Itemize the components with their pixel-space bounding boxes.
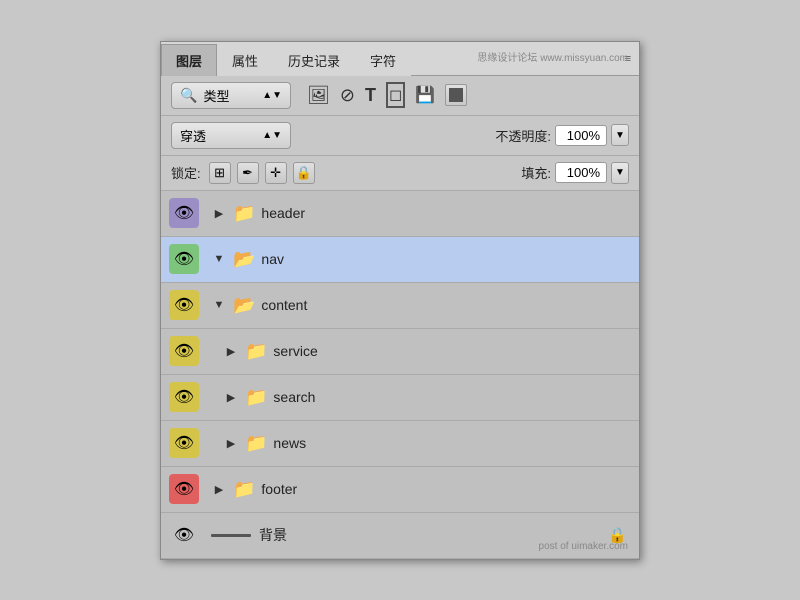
watermark-top: 思缘设计论坛 www.missyuan.com — [477, 49, 628, 64]
blend-mode-label: 穿透 — [180, 126, 256, 145]
lock-all-btn[interactable]: 🔒 — [293, 162, 315, 184]
eye-nav[interactable]: 👁 — [161, 237, 207, 282]
layer-content-nav: ▼ 📂 nav — [207, 249, 639, 270]
visibility-icon-nav: 👁 — [169, 244, 199, 274]
fill-input[interactable]: 100% — [555, 162, 607, 183]
visibility-icon-bg: 👁 — [169, 520, 199, 550]
tab-properties[interactable]: 属性 — [217, 44, 273, 76]
layer-name-search: search — [273, 389, 315, 405]
blend-arrow-icon: ▲▼ — [262, 130, 282, 141]
fill-label: 填充: — [521, 163, 551, 182]
filter-toggle-icon[interactable] — [445, 84, 467, 106]
layer-row-background[interactable]: 👁 背景 🔒 — [161, 513, 639, 559]
tab-layers[interactable]: 图层 — [161, 44, 217, 76]
layer-content-header: ▶ 📁 header — [207, 203, 639, 224]
opacity-input[interactable]: 100% — [555, 125, 607, 146]
layer-row-nav[interactable]: 👁 ▼ 📂 nav — [161, 237, 639, 283]
layer-name-content: content — [261, 297, 307, 313]
expand-nav-icon[interactable]: ▼ — [211, 253, 227, 265]
folder-search-icon: 📁 — [245, 387, 267, 408]
shape-layer-icon[interactable]: ◻ — [386, 82, 405, 108]
watermark-bottom: post of uimaker.com — [539, 541, 628, 552]
expand-content-icon[interactable]: ▼ — [211, 299, 227, 311]
layer-name-footer: footer — [261, 481, 297, 497]
bg-thumbnail-line — [211, 534, 251, 537]
expand-footer-icon[interactable]: ▶ — [211, 483, 227, 496]
filter-dropdown[interactable]: 🔍 类型 ▲▼ — [171, 82, 291, 109]
layer-row-content[interactable]: 👁 ▼ 📂 content — [161, 283, 639, 329]
lock-icons-group: ⊞ ✒ ✛ 🔒 — [209, 162, 315, 184]
lock-toolbar: 锁定: ⊞ ✒ ✛ 🔒 填充: 100% ▼ — [161, 156, 639, 191]
layer-name-header: header — [261, 205, 305, 221]
lock-position-btn[interactable]: ✒ — [237, 162, 259, 184]
eye-header[interactable]: 👁 — [161, 191, 207, 236]
folder-news-icon: 📁 — [245, 433, 267, 454]
fill-group: 填充: 100% ▼ — [521, 162, 629, 184]
visibility-icon-news: 👁 — [169, 428, 199, 458]
eye-footer[interactable]: 👁 — [161, 467, 207, 512]
layer-name-bg: 背景 — [259, 525, 287, 545]
search-icon: 🔍 — [180, 87, 197, 104]
layer-row-header[interactable]: 👁 ▶ 📁 header — [161, 191, 639, 237]
adjustment-layer-icon[interactable]: ⊘ — [340, 85, 355, 106]
visibility-icon-service: 👁 — [169, 336, 199, 366]
layers-list: 👁 ▶ 📁 header 👁 ▼ 📂 nav — [161, 191, 639, 559]
tab-character[interactable]: 字符 — [355, 44, 411, 76]
layer-row-service[interactable]: 👁 ▶ 📁 service — [161, 329, 639, 375]
layer-row-search[interactable]: 👁 ▶ 📁 search — [161, 375, 639, 421]
eye-search[interactable]: 👁 — [161, 375, 207, 420]
layer-content-search: ▶ 📁 search — [207, 387, 639, 408]
expand-header-icon[interactable]: ▶ — [211, 207, 227, 220]
lock-move-btn[interactable]: ✛ — [265, 162, 287, 184]
layer-name-service: service — [273, 343, 317, 359]
layer-content-footer: ▶ 📁 footer — [207, 479, 639, 500]
layer-name-news: news — [273, 435, 306, 451]
image-layer-icon[interactable]: 🖼 — [307, 85, 330, 106]
filter-arrow-icon: ▲▼ — [262, 90, 282, 101]
folder-nav-icon: 📂 — [233, 249, 255, 270]
text-layer-icon[interactable]: T — [365, 85, 376, 106]
layers-panel: 图层 属性 历史记录 字符 ≡ 🔍 类型 ▲▼ 🖼 ⊘ T ◻ 💾 — [160, 41, 640, 560]
visibility-icon-content: 👁 — [169, 290, 199, 320]
folder-service-icon: 📁 — [245, 341, 267, 362]
folder-content-icon: 📂 — [233, 295, 255, 316]
filter-toolbar: 🔍 类型 ▲▼ 🖼 ⊘ T ◻ 💾 — [161, 76, 639, 116]
visibility-icon-footer: 👁 — [169, 474, 199, 504]
eye-service[interactable]: 👁 — [161, 329, 207, 374]
layer-type-icons: 🖼 ⊘ T ◻ 💾 — [307, 82, 467, 108]
folder-header-icon: 📁 — [233, 203, 255, 224]
visibility-icon-search: 👁 — [169, 382, 199, 412]
opacity-label: 不透明度: — [495, 126, 551, 145]
expand-news-icon[interactable]: ▶ — [223, 437, 239, 450]
opacity-group: 不透明度: 100% ▼ — [495, 124, 629, 146]
layer-content-news: ▶ 📁 news — [207, 433, 639, 454]
lock-label: 锁定: — [171, 163, 201, 182]
layer-name-nav: nav — [261, 251, 284, 267]
blend-mode-dropdown[interactable]: 穿透 ▲▼ — [171, 122, 291, 149]
folder-footer-icon: 📁 — [233, 479, 255, 500]
expand-service-icon[interactable]: ▶ — [223, 345, 239, 358]
layer-row-footer[interactable]: 👁 ▶ 📁 footer — [161, 467, 639, 513]
expand-search-icon[interactable]: ▶ — [223, 391, 239, 404]
layer-row-news[interactable]: 👁 ▶ 📁 news — [161, 421, 639, 467]
visibility-icon-header: 👁 — [169, 198, 199, 228]
blend-toolbar: 穿透 ▲▼ 不透明度: 100% ▼ — [161, 116, 639, 156]
fill-arrow-btn[interactable]: ▼ — [611, 162, 629, 184]
layer-content-content: ▼ 📂 content — [207, 295, 639, 316]
lock-pixels-btn[interactable]: ⊞ — [209, 162, 231, 184]
layer-content-service: ▶ 📁 service — [207, 341, 639, 362]
filter-label: 类型 — [203, 86, 256, 105]
tab-history[interactable]: 历史记录 — [273, 44, 355, 76]
opacity-arrow-btn[interactable]: ▼ — [611, 124, 629, 146]
eye-content[interactable]: 👁 — [161, 283, 207, 328]
smart-object-icon[interactable]: 💾 — [415, 85, 435, 105]
eye-background[interactable]: 👁 — [161, 513, 207, 558]
eye-news[interactable]: 👁 — [161, 421, 207, 466]
